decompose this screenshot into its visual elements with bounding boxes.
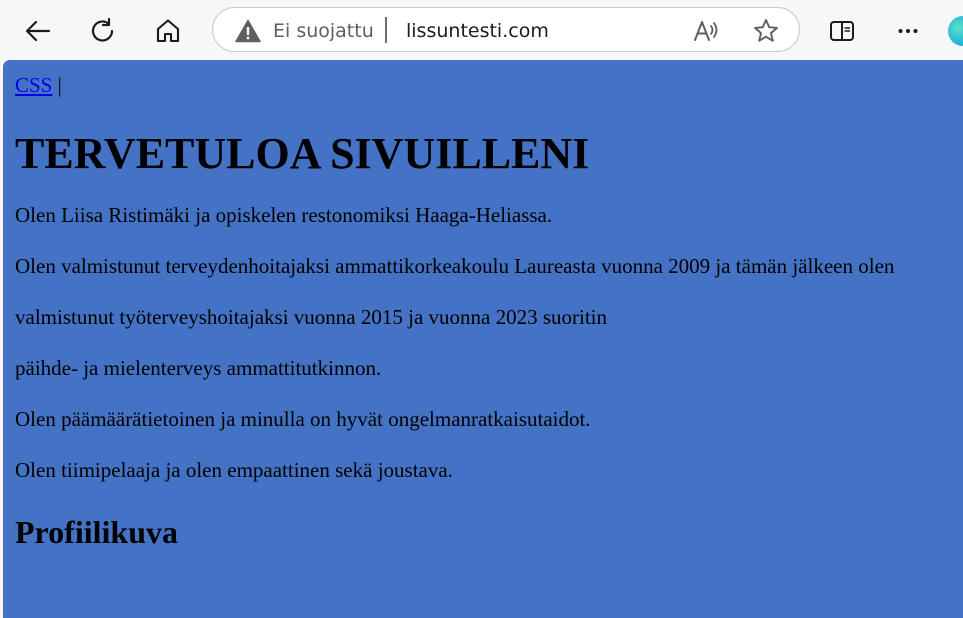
url-text[interactable]: lissuntesti.com bbox=[406, 19, 549, 43]
read-aloud-button[interactable] bbox=[693, 18, 721, 49]
home-button[interactable] bbox=[149, 12, 187, 50]
more-icon bbox=[898, 29, 918, 33]
page-title: TERVETULOA SIVUILLENI bbox=[15, 129, 590, 178]
split-screen-button[interactable] bbox=[823, 12, 861, 50]
more-button[interactable] bbox=[889, 12, 927, 50]
star-icon bbox=[754, 19, 778, 42]
edge-copilot-icon[interactable] bbox=[948, 16, 963, 46]
address-bar[interactable]: Ei suojattu lissuntesti.com bbox=[212, 7, 800, 52]
refresh-icon bbox=[91, 17, 114, 42]
degree-paragraph: päihde- ja mielenterveys ammattitutkinno… bbox=[15, 356, 382, 380]
nav-separator: | bbox=[57, 73, 62, 97]
address-separator bbox=[385, 17, 387, 43]
nav-bar: CSS | bbox=[15, 72, 963, 98]
home-icon bbox=[156, 19, 180, 43]
split-screen-icon bbox=[830, 21, 854, 41]
profile-picture-heading: Profiilikuva bbox=[15, 514, 178, 550]
back-button[interactable] bbox=[19, 12, 57, 50]
skills-paragraph: Olen päämäärätietoinen ja minulla on hyv… bbox=[15, 407, 591, 431]
refresh-button[interactable] bbox=[84, 12, 122, 50]
education-paragraph: Olen valmistunut terveydenhoitajaksi amm… bbox=[15, 254, 895, 278]
page-viewport: CSS | TERVETULOA SIVUILLENI Olen Liisa R… bbox=[3, 60, 963, 618]
occupational-paragraph: valmistunut työterveyshoitajaksi vuonna … bbox=[15, 305, 608, 329]
traits-paragraph: Olen tiimipelaaja ja olen empaattinen se… bbox=[15, 458, 453, 482]
css-link[interactable]: CSS bbox=[15, 73, 52, 97]
security-status[interactable]: Ei suojattu bbox=[273, 19, 374, 43]
favorite-button[interactable] bbox=[752, 17, 780, 50]
read-aloud-icon bbox=[694, 21, 718, 41]
back-arrow-icon bbox=[25, 20, 51, 42]
browser-toolbar: Ei suojattu lissuntesti.com bbox=[0, 0, 963, 60]
intro-paragraph: Olen Liisa Ristimäki ja opiskelen reston… bbox=[15, 203, 553, 227]
warning-icon[interactable] bbox=[235, 19, 261, 48]
page-content: CSS | TERVETULOA SIVUILLENI Olen Liisa R… bbox=[15, 60, 963, 552]
